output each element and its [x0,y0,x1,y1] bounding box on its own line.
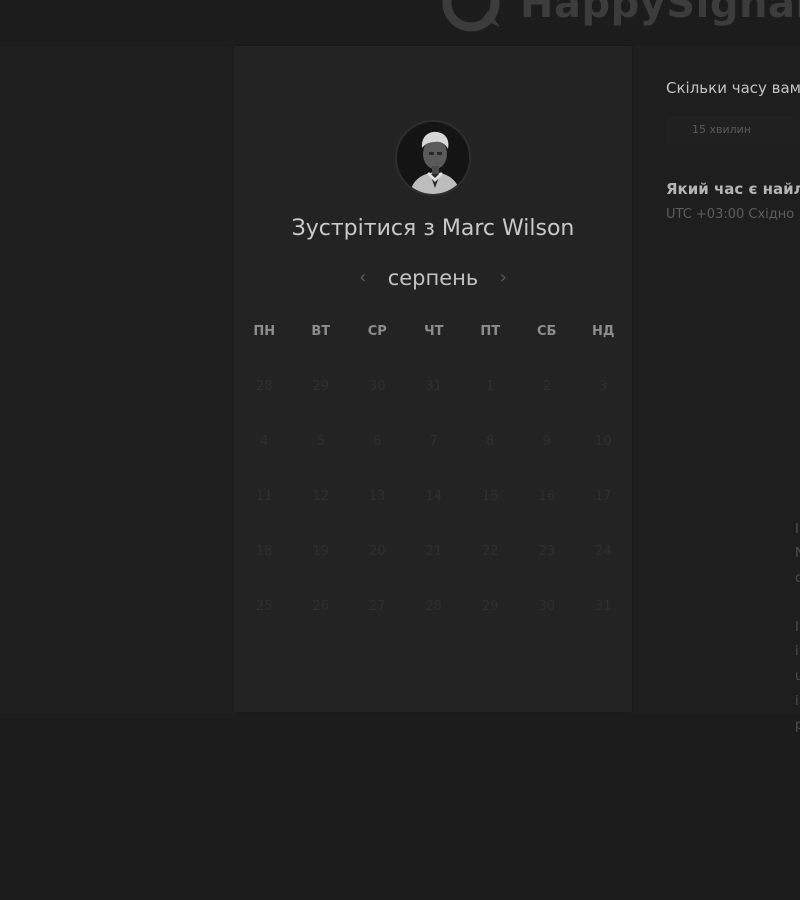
calendar-day[interactable]: 28 [236,372,293,427]
calendar-day[interactable]: 14 [406,482,463,537]
calendar-day[interactable]: 18 [236,537,293,592]
calendar-day[interactable]: 4 [236,427,293,482]
calendar-day[interactable]: 17 [575,482,632,537]
calendar-day[interactable]: 31 [406,372,463,427]
weekday-sat: СБ [537,324,557,339]
duration-question: Скільки часу вам [666,79,800,97]
weekday-mon: ПН [253,324,276,339]
calendar-day[interactable]: 3 [575,372,632,427]
duration-option[interactable]: 15 хвилин [666,116,800,144]
options-panel: Скільки часу вам 15 хвилин Який час є на… [666,0,800,900]
meeting-title: Зустрітися з Marc Wilson [291,216,575,241]
edge-text-fragment: c [795,571,800,586]
person-portrait-icon [397,122,469,194]
calendar-day[interactable]: 19 [293,537,350,592]
calendar-day[interactable]: 2 [519,372,576,427]
month-navigator: ‹ серпень › [234,264,632,292]
calendar-day[interactable]: 6 [349,427,406,482]
avatar [395,120,471,196]
edge-text-fragment: u [795,669,800,684]
calendar-day[interactable]: 5 [293,427,350,482]
calendar-day[interactable]: 15 [462,482,519,537]
weekday-wed: СР [367,324,387,339]
calendar-day[interactable]: 31 [575,592,632,647]
month-label: серпень [387,266,479,290]
calendar-day[interactable]: 22 [462,537,519,592]
booking-card: Зустрітися з Marc Wilson ‹ серпень › ПН … [234,46,632,712]
calendar-day[interactable]: 10 [575,427,632,482]
edge-text-fragment: I [795,522,799,537]
weekday-header: ПН ВТ СР ЧТ ПТ СБ НД [236,324,632,339]
calendar-day[interactable]: 9 [519,427,576,482]
left-panel [0,46,234,716]
calendar-day[interactable]: 29 [293,372,350,427]
edge-text-fragment: I [795,620,799,635]
edge-text-fragment: p [795,718,800,733]
calendar-day[interactable]: 26 [293,592,350,647]
chevron-right-icon[interactable]: › [492,266,514,290]
calendar-day[interactable]: 11 [236,482,293,537]
weekday-fri: ПТ [480,324,501,339]
scheduling-page: HappySignals Зустрітися з Marc Wilson ‹ … [0,0,800,900]
calendar-day[interactable]: 21 [406,537,463,592]
calendar-day[interactable]: 28 [406,592,463,647]
calendar-grid: 28 29 30 31 1 2 3 4 5 6 7 8 9 10 11 12 1… [236,372,632,647]
calendar-day[interactable]: 13 [349,482,406,537]
edge-text-fragment: N [795,546,800,561]
calendar-day[interactable]: 16 [519,482,576,537]
calendar-day[interactable]: 27 [349,592,406,647]
calendar-day[interactable]: 20 [349,537,406,592]
calendar-day[interactable]: 23 [519,537,576,592]
calendar-day[interactable]: 12 [293,482,350,537]
weekday-sun: НД [592,324,615,339]
calendar-day[interactable]: 29 [462,592,519,647]
weekday-thu: ЧТ [424,324,444,339]
calendar-day[interactable]: 8 [462,427,519,482]
weekday-tue: ВТ [311,324,331,339]
edge-text-fragment: i [795,644,799,659]
duration-label: 15 хвилин [692,123,752,136]
time-question: Який час є найліп [666,180,800,198]
timezone-selector[interactable]: UTC +03:00 Східно [666,207,794,222]
calendar-day[interactable]: 25 [236,592,293,647]
chevron-left-icon[interactable]: ‹ [352,266,374,290]
calendar-day[interactable]: 30 [349,372,406,427]
calendar-day[interactable]: 1 [462,372,519,427]
calendar-day[interactable]: 30 [519,592,576,647]
speech-bubble-heart-icon [442,0,500,33]
edge-text-fragment: i [795,694,799,709]
calendar-day[interactable]: 24 [575,537,632,592]
calendar-day[interactable]: 7 [406,427,463,482]
